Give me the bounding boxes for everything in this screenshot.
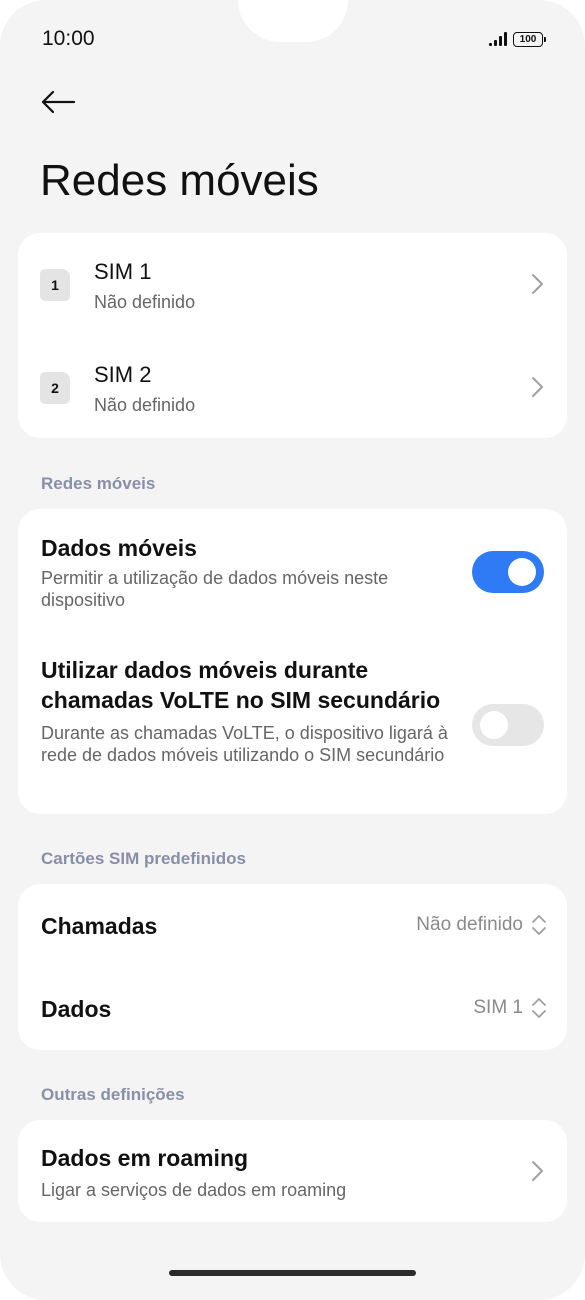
home-indicator[interactable] [169,1270,416,1276]
battery-level: 100 [519,33,537,45]
sim-2-row[interactable]: 2 SIM 2 Não definido [18,335,567,438]
sim-card-icon: 2 [40,372,70,404]
volte-data-title: Utilizar dados móveis durante chamadas V… [41,657,441,713]
back-arrow-icon [41,90,76,114]
section-label-mobile-networks: Redes móveis [41,474,156,493]
mobile-networks-card: Dados móveis Permitir a utilização de da… [18,509,567,814]
status-time: 10:00 [42,27,95,50]
other-settings-card: Dados em roaming Ligar a serviços de dad… [18,1120,567,1222]
sim-1-number: 1 [51,277,59,293]
chevron-right-icon [532,377,543,397]
chevron-right-icon [532,274,543,294]
sim-2-title: SIM 2 [94,362,152,387]
calls-label: Chamadas [41,913,158,939]
page-title: Redes móveis [40,156,319,205]
volte-data-description: Durante as chamadas VoLTE, o dispositivo… [41,723,448,765]
calls-sim-row[interactable]: Chamadas Não definido [18,884,567,967]
roaming-description: Ligar a serviços de dados em roaming [41,1180,347,1200]
mobile-data-row[interactable]: Dados móveis Permitir a utilização de da… [18,509,567,634]
section-label-default-sim: Cartões SIM predefinidos [41,849,246,868]
mobile-data-description: Permitir a utilização de dados móveis ne… [41,568,389,610]
phone-screen: 10:00 100 Redes móveis 1 SIM 1 Não defin… [0,0,585,1300]
mobile-data-toggle[interactable] [472,551,544,593]
signal-icon [489,32,507,46]
sim-card-icon: 1 [40,269,70,301]
toggle-knob [480,711,508,739]
default-sim-card: Chamadas Não definido Dados SIM 1 [18,884,567,1050]
status-icons: 100 [489,31,546,47]
sim-2-subtitle: Não definido [94,395,196,415]
roaming-row[interactable]: Dados em roaming Ligar a serviços de dad… [18,1120,567,1222]
sim-1-row[interactable]: 1 SIM 1 Não definido [18,233,567,335]
data-sim-selector[interactable]: SIM 1 [473,996,547,1020]
toggle-knob [508,558,536,586]
data-sim-value: SIM 1 [473,997,523,1018]
calls-sim-value: Não definido [416,914,523,935]
battery-icon: 100 [513,31,546,47]
sim-1-subtitle: Não definido [94,292,196,312]
back-button[interactable] [38,84,78,120]
sim-1-title: SIM 1 [94,259,152,284]
mobile-data-title: Dados móveis [41,535,197,561]
roaming-title: Dados em roaming [41,1145,249,1171]
sim-list-card: 1 SIM 1 Não definido 2 SIM 2 Não definid… [18,233,567,438]
section-label-other-settings: Outras definições [41,1085,185,1104]
calls-sim-selector[interactable]: Não definido [416,913,547,937]
sim-2-number: 2 [51,380,59,396]
data-sim-row[interactable]: Dados SIM 1 [18,967,567,1050]
volte-data-toggle[interactable] [472,704,544,746]
data-label: Dados [41,996,112,1022]
status-bar: 10:00 100 [42,24,546,54]
chevron-up-down-icon [532,915,546,935]
chevron-right-icon [532,1161,543,1181]
volte-data-row[interactable]: Utilizar dados móveis durante chamadas V… [18,634,567,814]
chevron-up-down-icon [532,998,546,1018]
